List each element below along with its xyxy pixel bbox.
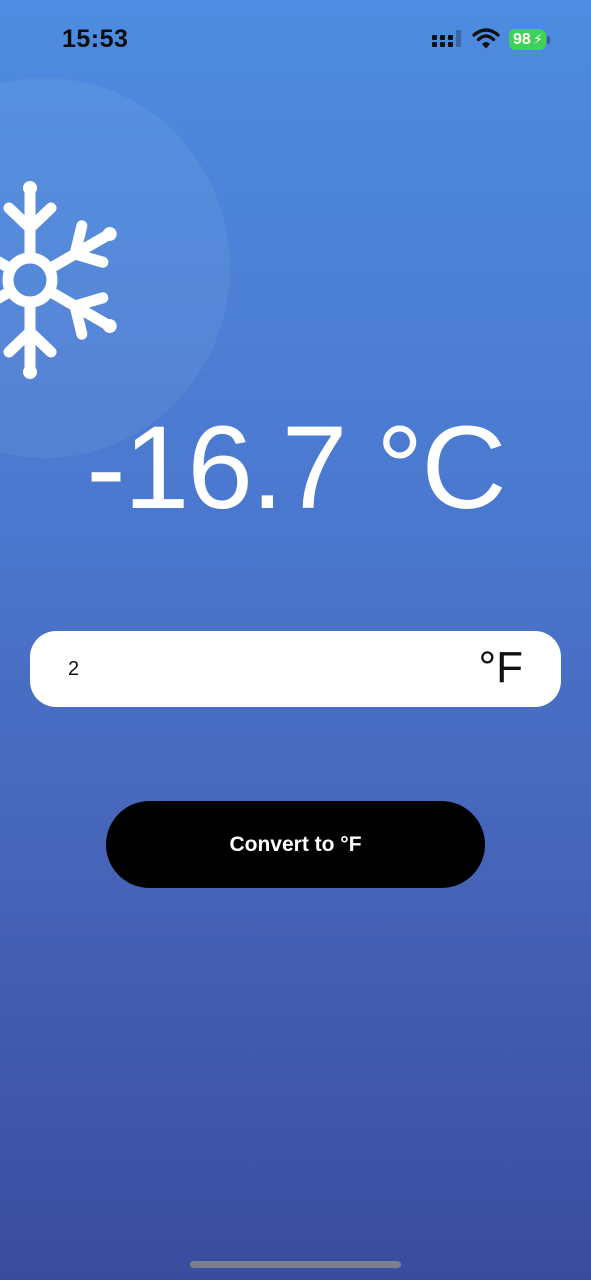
status-time: 15:53 — [62, 25, 129, 53]
cellular-signal-icon — [432, 30, 461, 47]
converted-temperature: -16.7 °C — [86, 402, 506, 534]
battery-level: 98 — [513, 31, 531, 48]
battery-indicator: 98 ⚡ — [509, 29, 546, 50]
home-indicator[interactable] — [190, 1261, 401, 1268]
temperature-input-container: °F — [30, 631, 561, 707]
unit-label: °F — [478, 643, 523, 692]
battery-cap — [547, 36, 550, 44]
status-bar: 15:53 98 ⚡ — [0, 0, 591, 80]
wifi-icon — [472, 28, 500, 49]
snowflake-icon — [0, 181, 150, 400]
app-screen: 15:53 98 ⚡ -16.7 °C 2 °F Convert to °F — [0, 0, 591, 1280]
battery-charging-icon: ⚡ — [533, 31, 543, 47]
convert-button[interactable]: Convert to °F — [106, 801, 485, 888]
temperature-input[interactable] — [68, 649, 448, 689]
